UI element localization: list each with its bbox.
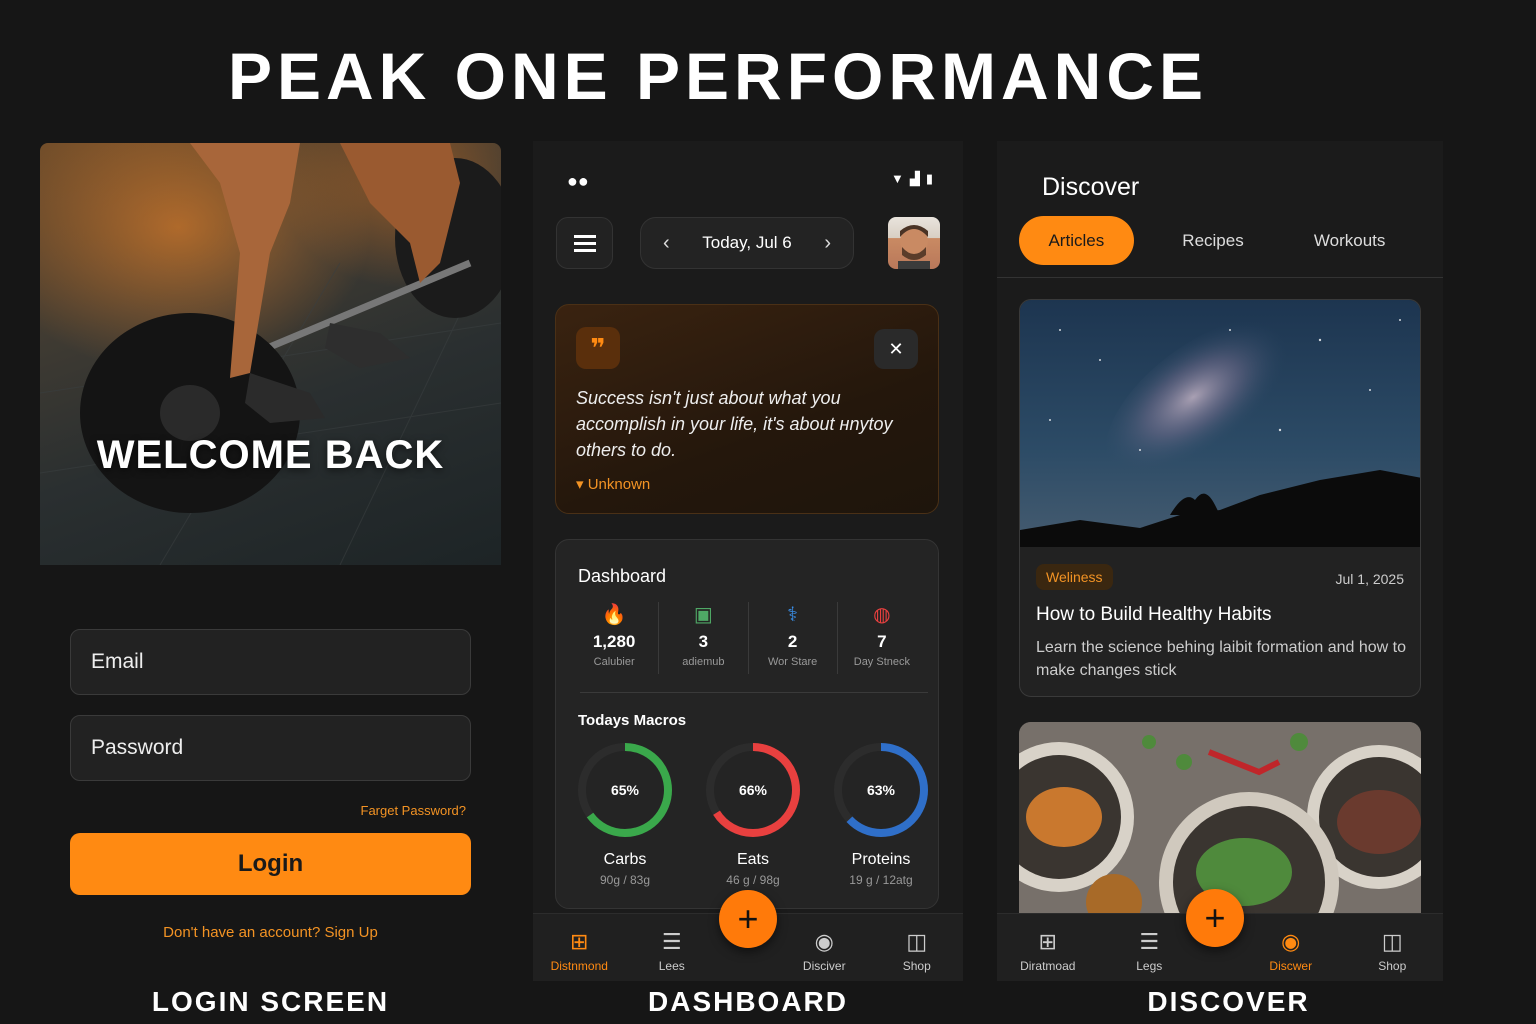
discover-caption: DISCOVER	[1147, 986, 1310, 1017]
nav-item-logs[interactable]: ☰ Lees	[632, 929, 712, 973]
flame-icon: 🔥	[601, 604, 627, 626]
article-title: How to Build Healthy Habits	[1036, 604, 1272, 625]
chevron-right-icon[interactable]: ›	[824, 232, 831, 255]
nav-item-discover[interactable]: ◉ Discwer	[1251, 929, 1331, 973]
hamburger-icon	[573, 235, 596, 252]
password-placeholder: Password	[91, 736, 184, 759]
email-placeholder: Email	[91, 650, 144, 673]
discover-screen: Discover Articles Recipes Workouts Welin…	[997, 141, 1443, 981]
streak-icon: ◍	[873, 604, 891, 626]
article-date: Jul 1, 2025	[1335, 571, 1405, 587]
status-dots-icon: ●●	[567, 171, 589, 191]
nav-item-shop[interactable]: ◫ Shop	[877, 929, 957, 973]
fats-ring: 66%	[706, 743, 800, 837]
stat-streak: ◍ 7 Day Stneck	[838, 602, 926, 674]
signup-link[interactable]: Don't have an account? Sign Up	[70, 924, 471, 941]
password-field[interactable]: Password	[70, 715, 471, 781]
quote-icon: ❞	[576, 327, 620, 369]
log-icon: ☰	[661, 929, 682, 954]
tab-divider	[997, 277, 1443, 278]
avatar[interactable]	[888, 217, 940, 269]
close-icon[interactable]: ✕	[874, 329, 918, 369]
tab-workouts[interactable]: Workouts	[1292, 216, 1407, 265]
article-card[interactable]: Weliness Jul 1, 2025 How to Build Health…	[1019, 299, 1421, 697]
macro-carbs: 65% Carbs 90g / 83g	[570, 738, 680, 887]
quote-author: ▾ Unknown	[576, 476, 651, 493]
dashboard-caption: DASHBOARD	[648, 986, 848, 1017]
signal-icon: ▟	[909, 171, 920, 186]
compass-icon: ◉	[814, 929, 834, 954]
nav-item-discover[interactable]: ◉ Disciver	[784, 929, 864, 973]
page-title: Discover	[1042, 173, 1140, 201]
article-image	[1020, 300, 1420, 547]
menu-button[interactable]	[556, 217, 613, 269]
forgot-password-link[interactable]: Farget Password?	[361, 803, 467, 818]
stat-journal: ▣ 3 adiemub	[659, 602, 749, 674]
nav-item-dashboard[interactable]: ⊞ Distnmond	[539, 929, 619, 973]
dashboard-card-title: Dashboard	[578, 566, 667, 586]
macros-title: Todays Macros	[578, 712, 687, 729]
quote-text: Success isn't just about what you accomp…	[576, 388, 893, 460]
login-hero-image: WELCOME BACK	[40, 143, 501, 565]
login-button[interactable]: Login	[70, 833, 471, 895]
login-caption: LOGIN SCREEN	[151, 986, 390, 1017]
tab-recipes[interactable]: Recipes	[1156, 216, 1271, 265]
macro-percent: 66%	[739, 782, 768, 798]
tab-articles[interactable]: Articles	[1019, 216, 1134, 265]
grid-icon: ⊞	[1038, 929, 1057, 954]
status-bar-icons: ▼ ▟ ▮	[891, 171, 933, 187]
divider	[580, 692, 928, 693]
bag-icon: ◫	[906, 929, 928, 954]
date-selector: ‹ Today, Jul 6 ›	[640, 217, 854, 269]
nav-item-logs[interactable]: ☰ Legs	[1109, 929, 1189, 973]
tabs: Articles Recipes Workouts	[1019, 216, 1429, 265]
dashboard-screen: ●● ▼ ▟ ▮ ‹ Today, Jul 6 › ❞ ✕ Success is…	[533, 141, 963, 981]
stat-workouts: ⚕ 2 Wor Stare	[749, 602, 838, 674]
macro-percent: 63%	[867, 782, 896, 798]
current-date: Today, Jul 6	[702, 233, 792, 252]
compass-icon: ◉	[1281, 929, 1301, 954]
nav-item-shop[interactable]: ◫ Shop	[1352, 929, 1432, 973]
add-button[interactable]: +	[1186, 889, 1244, 947]
add-button[interactable]: +	[719, 890, 777, 948]
welcome-heading: WELCOME BACK	[96, 433, 445, 477]
proteins-ring: 63%	[834, 743, 928, 837]
journal-icon: ▣	[693, 604, 713, 626]
article-description: Learn the science behing laibit formatio…	[1036, 639, 1407, 679]
stat-calories: 🔥 1,280 Calubier	[570, 602, 660, 674]
macro-proteins: 63% Proteins 19 g / 12atg	[826, 738, 936, 887]
log-icon: ☰	[1139, 929, 1160, 954]
battery-icon: ▮	[925, 171, 933, 186]
workout-icon: ⚕	[787, 604, 799, 626]
carbs-ring: 65%	[578, 743, 672, 837]
wifi-icon: ▼	[890, 171, 904, 186]
stats-row: 🔥 1,280 Calubier ▣ 3 adiemub ⚕ 2 Wor Sta…	[570, 602, 926, 674]
chevron-left-icon[interactable]: ‹	[663, 232, 670, 255]
category-badge: Weliness	[1036, 564, 1113, 590]
macro-fats: 66% Eats 46 g / 98g	[698, 738, 808, 887]
macros-row: 65% Carbs 90g / 83g 66% Eats 46 g / 98g	[570, 738, 936, 887]
app-title: PEAK ONE PERFORMANCE	[227, 39, 1209, 113]
bag-icon: ◫	[1381, 929, 1403, 954]
quote-card: ❞ ✕ Success isn't just about what you ac…	[555, 304, 939, 514]
nav-item-dashboard[interactable]: ⊞ Diratmoad	[1008, 929, 1088, 973]
dashboard-card: Dashboard 🔥 1,280 Calubier ▣ 3 adiemub ⚕…	[555, 539, 939, 909]
email-field[interactable]: Email	[70, 629, 471, 695]
grid-icon: ⊞	[570, 929, 589, 954]
caret-down-icon: ▾	[576, 476, 584, 493]
macro-percent: 65%	[611, 782, 640, 798]
